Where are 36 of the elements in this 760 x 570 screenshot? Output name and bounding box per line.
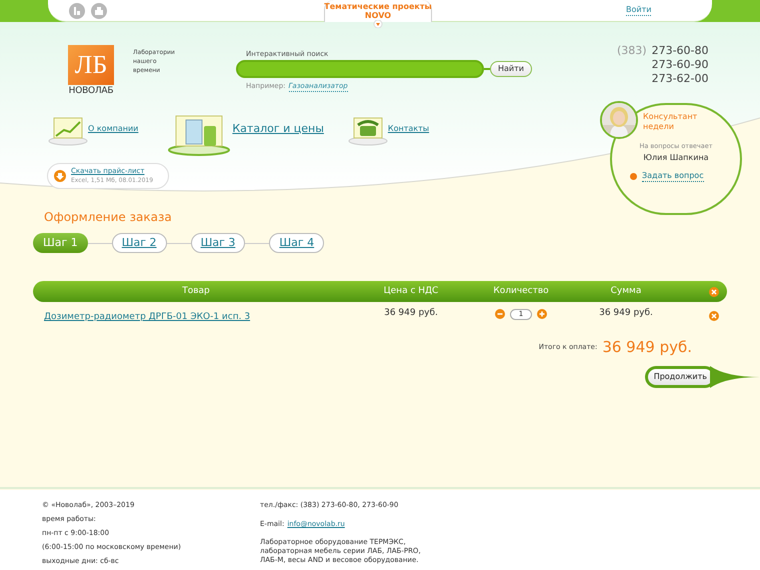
table-cell-text: 36 949 руб. (598, 307, 654, 320)
ask-question-link[interactable]: Задать вопрос (642, 171, 704, 182)
bullet-icon (630, 173, 637, 180)
step-tab[interactable]: Шаг 4 (269, 233, 324, 253)
download-icon[interactable] (54, 170, 66, 182)
nav-link[interactable]: О компании (88, 123, 138, 135)
consultant-name: Юлия Шапкина (642, 152, 710, 164)
phone-number: 273-60-80 (652, 44, 709, 58)
consultant-title: Консультант недели (643, 112, 698, 132)
minus-icon[interactable] (495, 309, 505, 319)
column-header: Цена с НДС (382, 284, 440, 298)
telephone-icon[interactable] (348, 116, 388, 146)
nav-link[interactable]: Контакты (388, 123, 430, 135)
step-tab[interactable]: Шаг 3 (190, 233, 246, 253)
phone-code: (383) (617, 44, 647, 58)
column-header: Сумма (610, 284, 642, 298)
remove-all-icon[interactable] (709, 286, 719, 296)
plus-icon[interactable] (537, 309, 547, 319)
dropdown-icon[interactable] (373, 20, 383, 28)
column-header: Количество (492, 284, 550, 298)
login-link[interactable]: Войти (626, 5, 652, 16)
section-title: Оформление заказа (44, 209, 173, 225)
table-cell-text: 36 949 руб. (383, 307, 439, 320)
search-button[interactable]: Найти (490, 61, 532, 77)
total-amount: 36 949 руб. (602, 337, 692, 358)
phone-number: 273-60-90 (652, 58, 709, 72)
projects-tab[interactable]: Тематические проекты NOVO (324, 0, 432, 22)
search-field[interactable] (236, 60, 484, 78)
remove-icon[interactable] (709, 311, 719, 321)
chart-icon[interactable] (48, 116, 88, 146)
column-header: Товар (181, 284, 211, 298)
nav-link[interactable]: Каталог и цены (232, 120, 324, 138)
phone-number: 273-62-00 (652, 72, 709, 86)
step-tab[interactable]: Шаг 2 (112, 233, 167, 253)
product-link[interactable]: Дозиметр-радиометр ДРГБ-01 ЭКО-1 исп. 3 (44, 312, 250, 322)
step-tab[interactable]: Шаг 1 (33, 233, 88, 253)
